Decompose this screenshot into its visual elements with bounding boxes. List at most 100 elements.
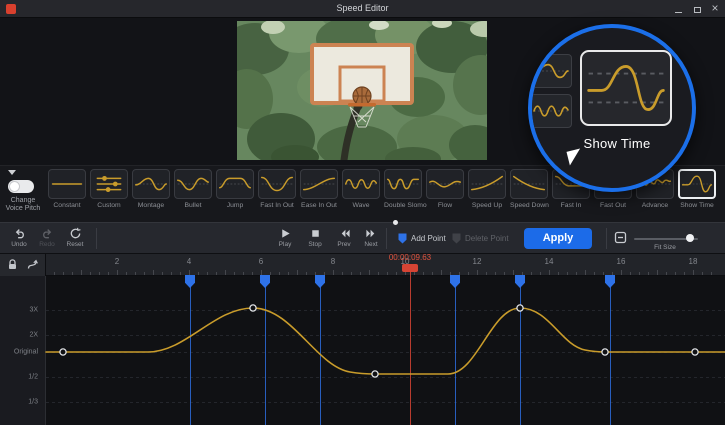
- wave-curve-icon: [342, 169, 380, 199]
- preset-label: Fast In Out: [258, 202, 296, 209]
- reset-label: Reset: [62, 241, 88, 248]
- ruler-tick: [423, 272, 424, 275]
- preset-label: Jump: [216, 202, 254, 209]
- ruler-tick: [549, 270, 550, 275]
- preset-jump[interactable]: Jump: [216, 169, 254, 209]
- ruler-tick: [198, 272, 199, 275]
- ruler-tick: [387, 272, 388, 275]
- ruler-tick: [180, 272, 181, 275]
- ruler-tick: [81, 270, 82, 275]
- close-icon[interactable]: ×: [706, 0, 724, 18]
- keyframe-line: [190, 276, 191, 425]
- ruler-tick: [396, 272, 397, 275]
- speed-scale-label: Original: [14, 349, 38, 356]
- ruler-tick: [54, 272, 55, 275]
- speed-scale-label: 1/3: [28, 399, 38, 406]
- redo-button[interactable]: Redo: [34, 227, 60, 248]
- ruler-tick: [117, 270, 118, 275]
- reset-button[interactable]: Reset: [62, 227, 88, 248]
- ruler-tick: [441, 270, 442, 275]
- divider: [606, 228, 607, 249]
- ruler-tick: [621, 270, 622, 275]
- stop-button[interactable]: Stop: [302, 227, 328, 248]
- keyframe-pin[interactable]: [605, 275, 615, 288]
- fit-size-icon[interactable]: [614, 231, 627, 249]
- speed-graph[interactable]: 3X2XOriginal1/21/3: [0, 276, 725, 425]
- lock-icon[interactable]: [6, 258, 19, 271]
- divider: [96, 228, 97, 249]
- play-button[interactable]: Play: [272, 227, 298, 248]
- play-label: Play: [272, 241, 298, 248]
- preset-double-slomo[interactable]: Double Slomo: [384, 169, 422, 209]
- zoom-slider-knob[interactable]: [686, 234, 694, 242]
- ruler-number: 6: [251, 257, 271, 266]
- preset-label: Show Time: [678, 202, 716, 209]
- keyframe-pin[interactable]: [315, 275, 325, 288]
- fast-in-out-curve-icon: [258, 169, 296, 199]
- ruler-number: 4: [179, 257, 199, 266]
- ruler-tick: [189, 270, 190, 275]
- preset-montage[interactable]: Montage: [132, 169, 170, 209]
- undo-button[interactable]: Undo: [6, 227, 32, 248]
- ruler-tick: [279, 272, 280, 275]
- keyframe-pin[interactable]: [260, 275, 270, 288]
- curve-tool-icon[interactable]: [26, 258, 39, 271]
- delete-point-button[interactable]: Delete Point: [452, 233, 509, 244]
- ease-in-out-curve-icon: [300, 169, 338, 199]
- preset-bullet[interactable]: Bullet: [174, 169, 212, 209]
- voice-pitch-label: Change Voice Pitch: [0, 197, 46, 213]
- preset-wave[interactable]: Wave: [342, 169, 380, 209]
- ruler-tick: [594, 272, 595, 275]
- ruler-tick: [360, 272, 361, 275]
- stop-label: Stop: [302, 241, 328, 248]
- ruler-tick: [351, 272, 352, 275]
- ruler-tick: [666, 272, 667, 275]
- ruler-tick: [414, 272, 415, 275]
- preset-custom[interactable]: Custom: [90, 169, 128, 209]
- add-point-button[interactable]: Add Point: [398, 233, 446, 244]
- preset-show-time[interactable]: Show Time: [678, 169, 716, 209]
- preset-label: Wave: [342, 202, 380, 209]
- ruler-tick: [639, 272, 640, 275]
- keyframe-pin[interactable]: [515, 275, 525, 288]
- preset-label: Flow: [426, 202, 464, 209]
- preset-constant[interactable]: Constant: [48, 169, 86, 209]
- speed-scale-label: 1/2: [28, 374, 38, 381]
- keyframe-line: [320, 276, 321, 425]
- timeline-ruler[interactable]: 24681012141618: [0, 254, 725, 276]
- toggle-knob: [9, 181, 20, 192]
- toolbar: Undo Redo Reset Play Stop Prev Next: [0, 222, 725, 254]
- prev-button[interactable]: Prev: [331, 227, 357, 248]
- collapse-arrow-icon[interactable]: [8, 170, 16, 175]
- ruler-tick: [153, 270, 154, 275]
- minimize-icon[interactable]: [669, 0, 687, 18]
- preset-label: Fast Out: [594, 202, 632, 209]
- ruler-tick: [432, 272, 433, 275]
- preset-fast-in-out[interactable]: Fast In Out: [258, 169, 296, 209]
- keyframe-line: [455, 276, 456, 425]
- next-button[interactable]: Next: [358, 227, 384, 248]
- ruler-tick: [531, 272, 532, 275]
- ruler-tick: [315, 272, 316, 275]
- ruler-tick: [207, 272, 208, 275]
- playhead-marker[interactable]: [402, 264, 418, 272]
- keyframe-line: [265, 276, 266, 425]
- ruler-tick: [558, 272, 559, 275]
- ruler-tick: [342, 272, 343, 275]
- preset-scroll-thumb[interactable]: [393, 220, 398, 225]
- gridline: [46, 377, 725, 378]
- preset-flow[interactable]: Flow: [426, 169, 464, 209]
- preset-speed-up[interactable]: Speed Up: [468, 169, 506, 209]
- keyframe-flag-icon: [452, 233, 461, 244]
- ruler-tick: [171, 272, 172, 275]
- maximize-icon[interactable]: [688, 0, 706, 18]
- window-title: Speed Editor: [0, 3, 725, 13]
- keyframe-pin[interactable]: [185, 275, 195, 288]
- preset-label: Speed Down: [510, 202, 548, 209]
- flow-curve-icon: [426, 169, 464, 199]
- keyframe-pin[interactable]: [450, 275, 460, 288]
- apply-button[interactable]: Apply: [524, 228, 592, 249]
- preset-speed-down[interactable]: Speed Down: [510, 169, 548, 209]
- preset-ease-in-out[interactable]: Ease In Out: [300, 169, 338, 209]
- voice-pitch-toggle[interactable]: [8, 180, 34, 193]
